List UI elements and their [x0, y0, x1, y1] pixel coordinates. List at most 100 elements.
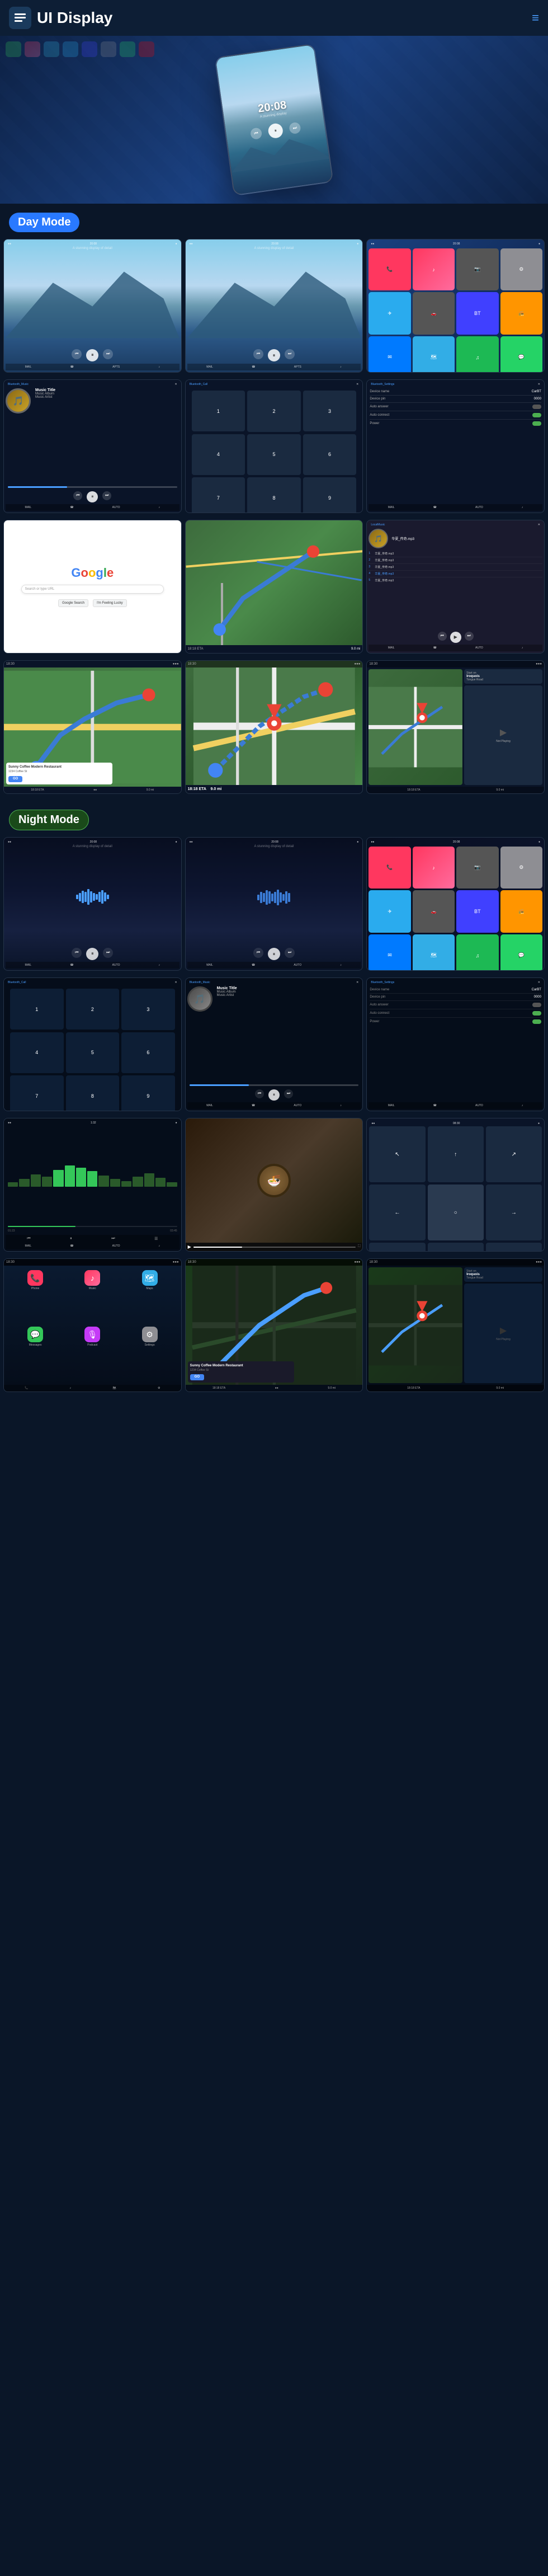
night-map: Sunny Coffee Modern Restaurant 1234 Coff…	[186, 1266, 363, 1385]
night-waveform-controls: ⏮ ⏸ ⏭ ☰	[6, 1235, 179, 1243]
map-screen-day: 18:18 ETA 9.0 mi	[185, 520, 363, 654]
bt-settings-screen: Bluetooth_Settings ✕ Device name CarBT D…	[366, 379, 545, 513]
auto-answer-toggle[interactable]	[532, 405, 541, 409]
prev-btn[interactable]: ⏮	[250, 127, 263, 140]
carplay-messages[interactable]: 💬 Messages	[8, 1327, 62, 1380]
night-nav-arrows: ●●08:30● ↖ ↑ ↗ ← ○ → ↙ ↓ ↘ OK	[366, 1118, 545, 1252]
carplay-phone[interactable]: 📞 Phone	[8, 1270, 62, 1323]
app-header: UI Display ≡	[0, 0, 548, 36]
night-auto-answer-toggle[interactable]	[532, 1003, 541, 1007]
bt-call-screen: Bluetooth_Call ✕ 1 2 3 4 5 6 7 8 9 📞 ✕	[185, 379, 363, 513]
nav-left-btn[interactable]: ←	[369, 1184, 425, 1240]
local-music-controls: ⏮ ▶ ⏭	[369, 630, 542, 645]
night-controls-2: ⏮ ⏸ ⏭	[187, 946, 361, 962]
google-search-btn[interactable]: Google Search	[58, 599, 88, 607]
night-auto-connect-toggle[interactable]	[532, 1011, 541, 1016]
night-go-button[interactable]: GO	[190, 1374, 204, 1380]
logo-icon	[9, 7, 31, 29]
large-map	[186, 667, 363, 785]
local-music-header: 🎵 华夏_传奇.mp3	[369, 529, 542, 548]
video-controls: ▶ ⛶	[186, 1243, 363, 1251]
nav-down-btn[interactable]: ↓	[428, 1243, 484, 1252]
map-bottom-bar: 18:18 ETA 9.0 mi	[186, 645, 363, 653]
restaurant-card: Sunny Coffee Modern Restaurant 1234 Coff…	[6, 763, 112, 784]
night-screens-row3: ●●1:32●	[0, 1118, 548, 1258]
carplay-settings[interactable]: ⚙ Settings	[122, 1327, 176, 1380]
status-bar-1: ●●20:08●	[6, 241, 179, 247]
bg-icons	[6, 41, 155, 57]
google-screen: Google Search or type URL Google Search …	[3, 520, 182, 654]
auto-answer-row: Auto answer	[370, 403, 541, 411]
day-screens-row1: ●●20:08● A stunning display of detail ⏮ …	[0, 239, 548, 379]
night-bt-controls: ⏮ ⏸ ⏭	[187, 1088, 361, 1102]
night-screens-row1: ●●20:08● A stunning display of detail	[0, 837, 548, 977]
arrow-nav-area: ↖ ↑ ↗ ← ○ → ↙ ↓ ↘ OK Back Home	[369, 1126, 542, 1252]
night-not-playing: ▶ Not Playing	[464, 1284, 542, 1383]
auto-connect-toggle[interactable]	[532, 413, 541, 417]
device-name-row: Device name CarBT	[370, 388, 541, 396]
night-music-screen-2: ●●20:08● A stunning display of detail	[185, 837, 363, 971]
nav-dl-btn[interactable]: ↙	[369, 1243, 425, 1252]
auto-connect-row: Auto connect	[370, 411, 541, 420]
night-power-toggle[interactable]	[532, 1019, 541, 1024]
track-list: 1华夏_传奇.mp3 2华夏_传奇.mp3 3华夏_传奇.mp3 4华夏_传奇.…	[369, 551, 542, 630]
album-art: 🎵	[6, 388, 31, 413]
nav-right-arrow-btn[interactable]: ↗	[486, 1126, 542, 1182]
menu-icon[interactable]: ≡	[532, 11, 539, 25]
large-waveform	[8, 1164, 177, 1187]
device-pin-row: Device pin 0000	[370, 396, 541, 403]
status-bar-2: ●●20:08●	[187, 241, 361, 247]
logo-area: UI Display	[9, 7, 112, 29]
search-bar[interactable]: Search or type URL	[21, 585, 164, 594]
bottom-spacer	[0, 1399, 548, 1421]
bt-music-screen: Bluetooth_Music ✕ 🎵 Music Title Music Al…	[3, 379, 182, 513]
carplay-split: 18:30●●●	[366, 660, 545, 794]
music-controls: ⏮ ⏸ ⏭	[6, 347, 179, 364]
bottom-nav-2: MAIL☎APTS♪	[187, 364, 361, 370]
map-view	[186, 520, 363, 645]
power-toggle[interactable]	[532, 421, 541, 426]
carplay-nav-2: 18:30●●●	[185, 660, 363, 794]
play-btn[interactable]: ⏸	[267, 123, 284, 139]
waveform	[6, 848, 179, 946]
app-title: UI Display	[37, 9, 112, 27]
nav-up-btn[interactable]: ↑	[428, 1126, 484, 1182]
day-screens-row4: 18:30●●● Sunny Coffee Modern Restaurant	[0, 660, 548, 801]
bt-controls: ⏮ ⏸ ⏭	[6, 490, 179, 504]
nav-arrow-btn[interactable]: ↖	[369, 1126, 425, 1182]
night-screens-row2: Bluetooth_Call ✕ 1 2 3 4 5 6 7 8 9 📞 ✕	[0, 977, 548, 1118]
power-row: Power	[370, 420, 541, 427]
night-restaurant-card: Sunny Coffee Modern Restaurant 1234 Coff…	[188, 1361, 294, 1383]
nav-map: Sunny Coffee Modern Restaurant 1234 Coff…	[4, 667, 181, 787]
carplay-nav-1: 18:30●●● Sunny Coffee Modern Restaurant	[3, 660, 182, 794]
night-screens-row4: 18:30●●● 📞 Phone ♪ Music 🗺 Maps	[0, 1258, 548, 1399]
nav-info-card: Start on Iroquois Tongue Road	[464, 669, 542, 684]
carplay-maps[interactable]: 🗺 Maps	[122, 1270, 176, 1323]
go-button[interactable]: GO	[8, 776, 22, 782]
music-controls-2: ⏮ ⏸ ⏭	[187, 347, 361, 364]
lucky-btn[interactable]: I'm Feeling Lucky	[93, 599, 127, 607]
nav-center-btn[interactable]: ○	[428, 1184, 484, 1240]
night-video-screen: 🍜 ▶ ⛶	[185, 1118, 363, 1252]
day-screens-row3: Google Search or type URL Google Search …	[0, 520, 548, 660]
night-music-screen-1: ●●20:08● A stunning display of detail	[3, 837, 182, 971]
night-split-view: 18:30●●●	[366, 1258, 545, 1392]
night-waveform-screen: ●●1:32●	[3, 1118, 182, 1252]
night-bt-call: Bluetooth_Call ✕ 1 2 3 4 5 6 7 8 9 📞 ✕	[3, 977, 182, 1111]
night-controls-1: ⏮ ⏸ ⏭	[6, 946, 179, 962]
day-music-screen-1: ●●20:08● A stunning display of detail ⏮ …	[3, 239, 182, 373]
day-mode-section: Day Mode ●●20:08● A stunning display of …	[0, 204, 548, 801]
next-btn[interactable]: ⏭	[289, 121, 301, 134]
night-carplay-1: 18:30●●● 📞 Phone ♪ Music 🗺 Maps	[3, 1258, 182, 1392]
night-mode-section: Night Mode ●●20:08● A stunning display o…	[0, 801, 548, 1399]
hero-section: ●●● 20:08 ●● 20:08 A stunning display ⏮ …	[0, 36, 548, 204]
google-buttons: Google Search I'm Feeling Lucky	[58, 599, 127, 607]
carplay-podcast[interactable]: 🎙 Podcast	[65, 1327, 119, 1380]
carplay-music[interactable]: ♪ Music	[65, 1270, 119, 1323]
nav-dr-btn[interactable]: ↘	[486, 1243, 542, 1252]
night-app-grid: ●●20:08● 📞 ♪ 📷 ⚙ ✈ 🚗 BT 📻 ✉ 🗺 ♫ 💬	[366, 837, 545, 971]
night-split-content: Start on Iroquois Tongue Road ▶ Not Play…	[367, 1266, 544, 1385]
nav-right-btn[interactable]: →	[486, 1184, 542, 1240]
night-mode-label: Night Mode	[9, 810, 89, 830]
day-mode-label: Day Mode	[9, 213, 79, 232]
